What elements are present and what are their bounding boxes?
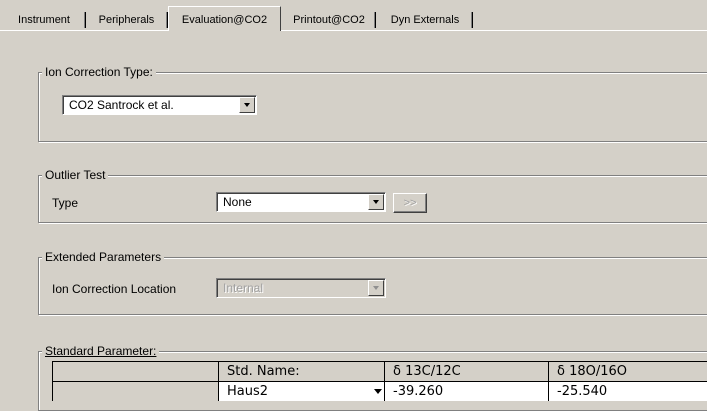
std-name-value: Haus2 bbox=[227, 384, 269, 399]
outlier-more-button[interactable]: >> bbox=[393, 193, 427, 213]
d18o-cell[interactable]: -25.540 bbox=[549, 382, 707, 401]
column-header-d18o[interactable]: δ 18O/16O bbox=[549, 362, 707, 382]
tab-instrument[interactable]: Instrument bbox=[4, 10, 86, 30]
ion-correction-location-select[interactable]: Internal bbox=[216, 278, 386, 298]
chevron-down-icon bbox=[244, 103, 250, 107]
ion-correction-type-select[interactable]: CO2 Santrock et al. bbox=[62, 95, 257, 115]
grid-corner-header bbox=[53, 362, 219, 382]
outlier-type-dropdown-button[interactable] bbox=[368, 194, 384, 210]
d13c-cell[interactable]: -39.260 bbox=[385, 382, 549, 401]
ion-correction-location-label: Ion Correction Location bbox=[52, 282, 177, 296]
tab-peripherals[interactable]: Peripherals bbox=[87, 10, 168, 30]
chevron-down-icon bbox=[373, 200, 379, 204]
std-name-cell[interactable]: Haus2 bbox=[219, 382, 385, 401]
ion-correction-dropdown-button[interactable] bbox=[239, 97, 255, 113]
outlier-type-label: Type bbox=[52, 196, 79, 210]
tab-strip-baseline bbox=[0, 30, 707, 31]
outlier-test-title: Outlier Test bbox=[42, 168, 109, 182]
tab-dyn-externals[interactable]: Dyn Externals bbox=[379, 10, 473, 30]
ion-correction-type-value: CO2 Santrock et al. bbox=[69, 98, 174, 112]
standard-parameter-grid: Std. Name: δ 13C/12C δ 18O/16O Haus2 -39… bbox=[52, 361, 707, 401]
ion-correction-location-value: Internal bbox=[223, 281, 264, 295]
ion-correction-location-dropdown-button[interactable] bbox=[368, 280, 384, 296]
column-header-std-name[interactable]: Std. Name: bbox=[219, 362, 385, 382]
ion-correction-type-title: Ion Correction Type: bbox=[42, 65, 156, 79]
chevron-down-icon[interactable] bbox=[374, 389, 382, 394]
tab-evaluation-co2[interactable]: Evaluation@CO2 bbox=[168, 6, 281, 31]
row-header[interactable] bbox=[53, 382, 219, 401]
extended-parameters-title: Extended Parameters bbox=[42, 250, 165, 264]
outlier-type-value: None bbox=[223, 195, 252, 209]
tab-printout-co2[interactable]: Printout@CO2 bbox=[284, 10, 376, 30]
outlier-type-select[interactable]: None bbox=[216, 192, 386, 212]
column-header-d13c[interactable]: δ 13C/12C bbox=[385, 362, 549, 382]
chevron-down-icon bbox=[373, 286, 379, 290]
standard-parameter-title: Standard Parameter: bbox=[42, 344, 160, 358]
